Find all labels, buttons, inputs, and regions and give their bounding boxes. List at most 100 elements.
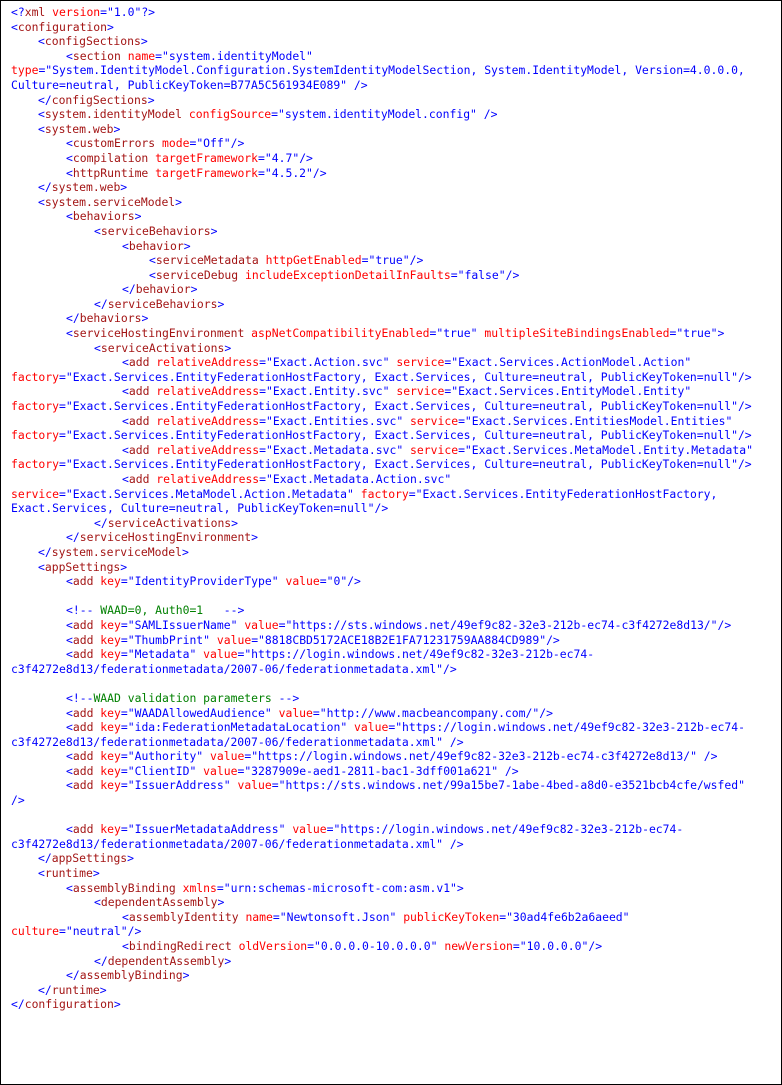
code-token: ?> bbox=[141, 5, 156, 19]
code-token: add bbox=[72, 822, 94, 837]
code-token: </ bbox=[38, 982, 52, 997]
code-token: appSettings bbox=[51, 851, 128, 866]
code-token: WAAD validation parameters bbox=[93, 690, 279, 705]
code-line: <section name="system.identityModel" bbox=[11, 49, 753, 64]
code-token: < bbox=[122, 939, 129, 953]
code-token: < bbox=[66, 165, 73, 180]
code-line: <add key="ClientID" value="3287909e-aed1… bbox=[11, 764, 753, 779]
code-token: assemblyBinding bbox=[79, 968, 183, 983]
code-token: service bbox=[389, 384, 445, 399]
code-token: > bbox=[175, 194, 183, 209]
code-line: factory="Exact.Services.EntityFederation… bbox=[11, 428, 753, 443]
code-token: dependentAssembly bbox=[100, 895, 218, 910]
code-token: "Exact.Entity.svc" bbox=[266, 384, 390, 399]
code-line: <add relativeAddress="Exact.Entity.svc" … bbox=[11, 384, 753, 399]
code-token: = bbox=[258, 150, 265, 165]
code-token: behaviors bbox=[79, 311, 142, 326]
code-token: add bbox=[72, 763, 94, 778]
code-token: value bbox=[237, 617, 279, 632]
code-token: = bbox=[120, 632, 128, 647]
code-token: "IdentityProviderType" bbox=[127, 574, 279, 589]
code-token: = bbox=[100, 5, 108, 19]
code-token: <!-- bbox=[66, 690, 94, 705]
code-token: "ida:FederationMetadataLocation" bbox=[127, 720, 348, 735]
code-token: key bbox=[93, 647, 121, 662]
code-token: </ bbox=[38, 180, 52, 195]
code-line: <add key="Metadata" value="https://login… bbox=[11, 647, 753, 662]
code-line: </system.serviceModel> bbox=[11, 545, 753, 560]
code-token: "Newtonsoft.Json" bbox=[279, 909, 397, 924]
code-token: "system.identityModel" bbox=[162, 48, 313, 63]
code-token: targetFramework bbox=[148, 165, 259, 180]
code-token: < bbox=[66, 574, 73, 589]
code-token: "Exact.Services.MetaModel.Action.Metadat… bbox=[65, 486, 354, 501]
code-token: behavior bbox=[135, 282, 191, 297]
code-token: value bbox=[203, 749, 245, 764]
code-token: runtime bbox=[44, 866, 93, 881]
code-token: > bbox=[127, 851, 135, 866]
code-token: "true" bbox=[368, 253, 410, 268]
code-token: "Authority" bbox=[127, 749, 204, 764]
code-line: </assemblyBinding> bbox=[11, 968, 753, 983]
code-token: </ bbox=[94, 296, 108, 311]
code-token: key bbox=[93, 705, 121, 720]
code-line: <runtime> bbox=[11, 866, 753, 881]
code-line: <serviceActivations> bbox=[11, 341, 753, 356]
code-line: /> bbox=[11, 793, 753, 808]
code-line: <configuration> bbox=[11, 20, 753, 35]
code-line: <add key="SAMLIssuerName" value="https:/… bbox=[11, 618, 753, 633]
code-token: < bbox=[94, 895, 101, 910]
code-token: factory bbox=[11, 457, 60, 472]
code-token: > bbox=[217, 895, 225, 910]
code-token: = bbox=[120, 647, 128, 662]
code-token: </ bbox=[11, 997, 25, 1012]
code-token: > bbox=[147, 92, 155, 107]
code-token: "Exact.Services.EntityFederationHostFact… bbox=[65, 457, 738, 472]
code-token: < bbox=[38, 559, 45, 574]
code-token: assemblyBinding bbox=[72, 880, 176, 895]
code-token: = bbox=[120, 617, 128, 632]
code-line: <add key="Authority" value="https://logi… bbox=[11, 749, 753, 764]
code-token: serviceHostingEnvironment bbox=[79, 530, 252, 545]
code-token: < bbox=[66, 326, 73, 341]
code-token: /> bbox=[347, 77, 368, 92]
code-token: dependentAssembly bbox=[107, 953, 225, 968]
code-token: /> bbox=[737, 399, 752, 414]
code-token: add bbox=[72, 778, 94, 793]
code-token: = bbox=[458, 442, 465, 457]
code-token: /> bbox=[717, 617, 732, 632]
code-line: c3f4272e8d13/federationmetadata/2007-06/… bbox=[11, 662, 753, 677]
code-token: "ThumbPrint" bbox=[127, 632, 211, 647]
code-token: < bbox=[122, 909, 129, 924]
code-token: c3f4272e8d13/federationmetadata/2007-06/… bbox=[11, 734, 444, 749]
code-token: > bbox=[113, 121, 121, 136]
code-token: "system.identityModel.config" bbox=[278, 107, 477, 122]
code-token: "ClientID" bbox=[127, 763, 197, 778]
code-token: key bbox=[93, 778, 121, 793]
code-token: = bbox=[59, 457, 66, 472]
code-token: aspNetCompatibilityEnabled bbox=[244, 326, 430, 341]
code-token: add bbox=[72, 647, 94, 662]
code-token: c3f4272e8d13/federationmetadata/2007-06/… bbox=[11, 836, 444, 851]
code-token: < bbox=[66, 720, 73, 735]
code-token: </ bbox=[94, 515, 108, 530]
code-line: <customErrors mode="Off"/> bbox=[11, 136, 753, 151]
code-token: /> bbox=[409, 253, 424, 268]
code-token: = bbox=[216, 880, 224, 895]
code-line: <assemblyIdentity name="Newtonsoft.Json"… bbox=[11, 910, 753, 925]
code-token: value bbox=[196, 647, 238, 662]
code-line: <add key="ida:FederationMetadataLocation… bbox=[11, 720, 753, 735]
code-token: < bbox=[38, 121, 45, 136]
code-token: > bbox=[217, 296, 225, 311]
code-token: = bbox=[319, 574, 327, 589]
code-token: /> bbox=[127, 924, 142, 939]
code-token: > bbox=[141, 311, 149, 326]
code-token: "https://sts.windows.net/49ef9c82-32e3-2… bbox=[285, 617, 718, 632]
code-token: /> bbox=[312, 165, 327, 180]
code-token: < bbox=[149, 253, 156, 268]
code-token: key bbox=[93, 720, 121, 735]
code-token: "Exact.Services.EntitiesModel.Entities" bbox=[464, 413, 733, 428]
code-token: < bbox=[66, 822, 73, 837]
code-token: < bbox=[66, 150, 73, 165]
code-token: < bbox=[122, 384, 129, 399]
